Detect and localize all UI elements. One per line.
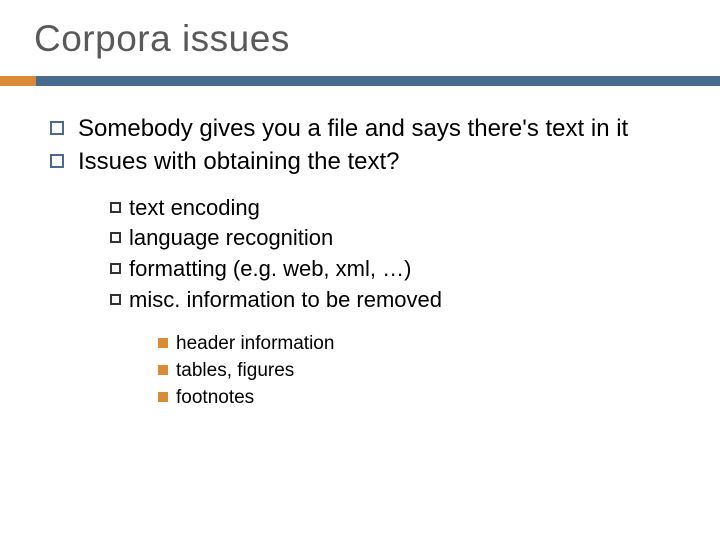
list-item: formatting (e.g. web, xml, …) [110, 256, 670, 283]
list-item: tables, figures [158, 359, 670, 382]
list-item-text: Issues with obtaining the text? [78, 147, 670, 176]
list-item-text: formatting (e.g. web, xml, …) [129, 256, 411, 283]
list-item: language recognition [110, 225, 670, 252]
list-item: Somebody gives you a file and says there… [50, 114, 670, 143]
square-filled-bullet-icon [158, 392, 168, 402]
list-item-text: footnotes [176, 386, 254, 409]
sub-list: text encoding language recognition forma… [50, 181, 670, 314]
list-item-text: text encoding [129, 195, 260, 222]
list-item: Issues with obtaining the text? [50, 147, 670, 176]
list-item: misc. information to be removed [110, 287, 670, 314]
list-item-text: Somebody gives you a file and says there… [78, 114, 670, 143]
underline-accent-blue [36, 76, 720, 86]
slide: Corpora issues Somebody gives you a file… [0, 0, 720, 540]
underline-accent-orange [0, 76, 36, 86]
square-open-bullet-icon [50, 121, 64, 135]
list-item: footnotes [158, 386, 670, 409]
square-filled-bullet-icon [158, 338, 168, 348]
sub-sub-list: header information tables, figures footn… [50, 318, 670, 410]
page-title: Corpora issues [0, 18, 720, 60]
list-item-text: tables, figures [176, 359, 294, 382]
list-item: header information [158, 332, 670, 355]
content-area: Somebody gives you a file and says there… [0, 86, 720, 409]
list-item-text: language recognition [129, 225, 333, 252]
square-open-small-bullet-icon [110, 232, 121, 243]
list-item-text: misc. information to be removed [129, 287, 442, 314]
square-open-small-bullet-icon [110, 294, 121, 305]
square-open-bullet-icon [50, 154, 64, 168]
title-underline [0, 76, 720, 86]
square-open-small-bullet-icon [110, 202, 121, 213]
square-filled-bullet-icon [158, 365, 168, 375]
list-item-text: header information [176, 332, 334, 355]
list-item: text encoding [110, 195, 670, 222]
square-open-small-bullet-icon [110, 263, 121, 274]
